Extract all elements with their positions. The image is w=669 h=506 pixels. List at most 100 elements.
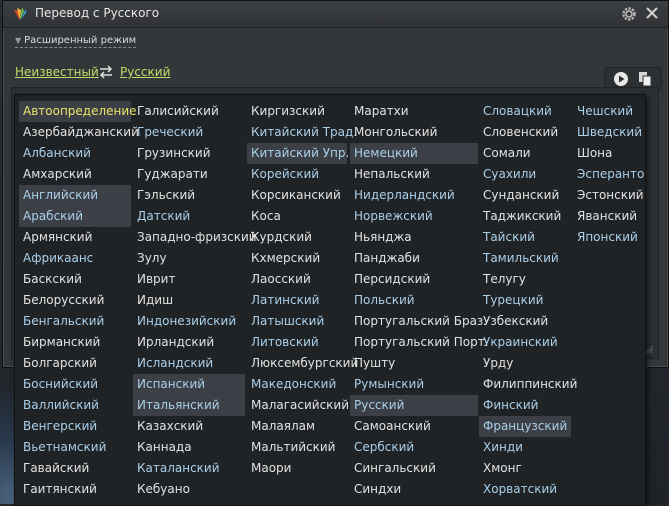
language-option[interactable]: Кхмерский: [247, 248, 347, 269]
swap-icon[interactable]: [98, 65, 114, 79]
advanced-mode-toggle[interactable]: ▼ Расширенный режим: [15, 35, 137, 48]
language-option[interactable]: Китайский Упр.: [247, 143, 349, 164]
language-option[interactable]: Урду: [479, 353, 571, 374]
language-option[interactable]: Армянский: [19, 227, 131, 248]
source-language-link[interactable]: Неизвестный: [15, 65, 99, 79]
language-option[interactable]: Казахский: [133, 416, 245, 437]
language-option[interactable]: Румынский: [350, 374, 478, 395]
language-option[interactable]: Персидский: [350, 269, 478, 290]
language-option[interactable]: Западно-фризский: [133, 227, 257, 248]
language-option[interactable]: Словацкий: [479, 101, 571, 122]
language-option[interactable]: Гавайский: [19, 458, 131, 479]
language-option[interactable]: Английский: [19, 185, 131, 206]
language-option[interactable]: Суахили: [479, 164, 571, 185]
language-option[interactable]: Филиппинский: [479, 374, 577, 395]
language-option[interactable]: Латинский: [247, 290, 347, 311]
language-option[interactable]: Хорватский: [479, 479, 571, 500]
language-option[interactable]: Валлийский: [19, 395, 131, 416]
language-option[interactable]: Бирманский: [19, 332, 131, 353]
language-option[interactable]: Кебуано: [133, 479, 245, 500]
language-option[interactable]: Финский: [479, 395, 571, 416]
language-option[interactable]: Португальский Браз.: [350, 311, 487, 332]
language-option[interactable]: Шведский: [573, 122, 642, 143]
language-option[interactable]: Африкаанс: [19, 248, 131, 269]
language-option[interactable]: Пушту: [350, 353, 478, 374]
language-option[interactable]: Итальянский: [133, 395, 245, 416]
language-option[interactable]: Каннада: [133, 437, 245, 458]
language-option[interactable]: Хмонг: [479, 458, 571, 479]
language-option[interactable]: Узбекский: [479, 311, 571, 332]
language-option[interactable]: Китайский Трад.: [247, 122, 357, 143]
language-option[interactable]: Хинди: [479, 437, 571, 458]
language-option[interactable]: Гаитянский: [19, 479, 131, 500]
language-option[interactable]: Албанский: [19, 143, 131, 164]
language-option[interactable]: Греческий: [133, 122, 245, 143]
language-option[interactable]: Телугу: [479, 269, 571, 290]
language-option[interactable]: Польский: [350, 290, 478, 311]
language-option[interactable]: Малагасийский: [247, 395, 349, 416]
language-option[interactable]: Азербайджанский: [19, 122, 139, 143]
language-option[interactable]: Нидерландский: [350, 185, 478, 206]
language-option[interactable]: Киргизский: [247, 101, 347, 122]
language-option[interactable]: Словенский: [479, 122, 571, 143]
language-option[interactable]: Сербский: [350, 437, 478, 458]
language-option[interactable]: Тайский: [479, 227, 571, 248]
language-option[interactable]: Шона: [573, 143, 641, 164]
language-option[interactable]: Чешский: [573, 101, 641, 122]
language-option[interactable]: Венгерский: [19, 416, 131, 437]
language-option[interactable]: Лаосский: [247, 269, 347, 290]
play-icon[interactable]: [613, 71, 629, 87]
language-option[interactable]: Корейский: [247, 164, 347, 185]
language-option[interactable]: Испанский: [133, 374, 245, 395]
language-option[interactable]: Индонезийский: [133, 311, 245, 332]
language-option[interactable]: Галисийский: [133, 101, 245, 122]
language-option[interactable]: Эстонский: [573, 185, 644, 206]
language-option[interactable]: Немецкий: [350, 143, 478, 164]
language-option[interactable]: Ньянджа: [350, 227, 478, 248]
language-option[interactable]: Синдхи: [350, 479, 478, 500]
language-option[interactable]: Эсперанто: [573, 164, 644, 185]
language-option[interactable]: Сомали: [479, 143, 571, 164]
language-option[interactable]: Японский: [573, 227, 641, 248]
language-option[interactable]: Французский: [479, 416, 571, 437]
language-option[interactable]: Гэльский: [133, 185, 245, 206]
language-option[interactable]: Монгольский: [350, 122, 478, 143]
language-option[interactable]: Маратхи: [350, 101, 478, 122]
language-option[interactable]: Болгарский: [19, 353, 131, 374]
language-option[interactable]: Турецкий: [479, 290, 571, 311]
language-option[interactable]: Португальский Порт.: [350, 332, 489, 353]
language-option[interactable]: Арабский: [19, 206, 131, 227]
copy-icon[interactable]: [637, 71, 653, 87]
language-option[interactable]: Автоопределение: [19, 101, 137, 122]
language-option[interactable]: Гуджарати: [133, 164, 245, 185]
language-option[interactable]: Ирландский: [133, 332, 245, 353]
language-option[interactable]: Коса: [247, 206, 347, 227]
language-option[interactable]: Каталанский: [133, 458, 245, 479]
language-option[interactable]: Вьетнамский: [19, 437, 131, 458]
title-bar[interactable]: Перевод с Русского: [3, 1, 668, 28]
language-option[interactable]: Непальский: [350, 164, 478, 185]
language-option[interactable]: Украинский: [479, 332, 571, 353]
language-option[interactable]: Корсиканский: [247, 185, 347, 206]
language-option[interactable]: Панджаби: [350, 248, 478, 269]
language-option[interactable]: Боснийский: [19, 374, 131, 395]
language-option[interactable]: Белорусский: [19, 290, 131, 311]
target-language-link[interactable]: Русский: [120, 65, 170, 79]
language-option[interactable]: Амхарский: [19, 164, 131, 185]
gear-icon[interactable]: [620, 5, 638, 23]
language-option[interactable]: Баскский: [19, 269, 131, 290]
language-option[interactable]: Русский: [350, 395, 478, 416]
language-option[interactable]: Латышский: [247, 311, 347, 332]
language-option[interactable]: Малаялам: [247, 416, 347, 437]
language-option[interactable]: Маори: [247, 458, 347, 479]
language-option[interactable]: Бенгальский: [19, 311, 131, 332]
language-option[interactable]: Тамильский: [479, 248, 571, 269]
language-option[interactable]: Сунданский: [479, 185, 571, 206]
language-option[interactable]: Литовский: [247, 332, 347, 353]
language-option[interactable]: Люксембургский: [247, 353, 358, 374]
language-option[interactable]: Македонский: [247, 374, 347, 395]
language-option[interactable]: Самоанский: [350, 416, 478, 437]
language-option[interactable]: Исландский: [133, 353, 245, 374]
language-option[interactable]: Курдский: [247, 227, 347, 248]
language-option[interactable]: Датский: [133, 206, 245, 227]
